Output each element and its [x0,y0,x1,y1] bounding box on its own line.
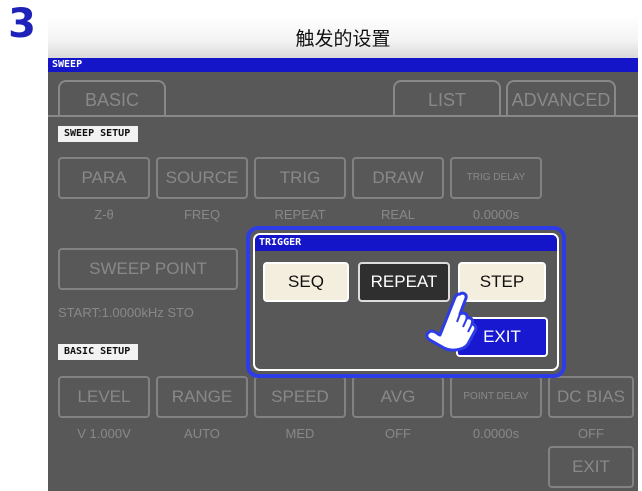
tab-divider [48,115,638,117]
para-value: Z-θ [94,207,114,222]
level-value: V 1.000V [77,426,131,441]
tab-advanced[interactable]: ADVANCED [506,80,616,116]
point-delay-button[interactable]: POINT DELAY [450,376,542,418]
trigger-dialog-title: TRIGGER [259,237,302,248]
point-delay-value: 0.0000s [472,426,520,441]
step-number: 3 [8,1,36,47]
screen-header-bar: SWEEP [48,58,638,72]
hand-pointer-icon [425,291,478,352]
source-value: FREQ [183,207,221,222]
trig-delay-value: 0.0000s [472,207,520,222]
sweep-point-value: START:1.0000kHz STO [58,305,194,320]
speed-value: MED [285,426,315,441]
tab-list[interactable]: LIST [393,80,501,116]
tab-basic[interactable]: BASIC [58,80,166,116]
title-bar: 触发的设置 [48,16,638,58]
para-button[interactable]: PARA [58,157,150,199]
screen-header-label: SWEEP [52,59,83,70]
trigger-dialog-body: TRIGGER SEQ REPEAT STEP EXIT [253,233,559,371]
speed-button[interactable]: SPEED [254,376,346,418]
trigger-dialog-title-bar: TRIGGER [255,235,557,251]
exit-button[interactable]: EXIT [548,446,634,488]
dc-bias-button[interactable]: DC BIAS [548,376,634,418]
draw-value: REAL [381,207,415,222]
trigger-dialog: TRIGGER SEQ REPEAT STEP EXIT [246,226,566,378]
range-button[interactable]: RANGE [156,376,248,418]
sweep-point-button[interactable]: SWEEP POINT [58,248,238,290]
trig-button[interactable]: TRIG [254,157,346,199]
instrument-screen: SWEEP BASIC LIST ADVANCED PARA SOURCE TR… [48,58,638,491]
trig-value: REPEAT [274,207,326,222]
source-button[interactable]: SOURCE [156,157,248,199]
basic-setup-label: BASIC SETUP [58,344,139,360]
sweep-setup-label: SWEEP SETUP [58,126,139,142]
range-value: AUTO [184,426,220,441]
level-button[interactable]: LEVEL [58,376,150,418]
avg-button[interactable]: AVG [352,376,444,418]
page-title: 触发的设置 [295,28,391,50]
seq-button[interactable]: SEQ [263,262,349,302]
dc-bias-value: OFF [578,426,604,441]
draw-button[interactable]: DRAW [352,157,444,199]
avg-value: OFF [385,426,411,441]
trig-delay-button[interactable]: TRIG DELAY [450,157,542,199]
